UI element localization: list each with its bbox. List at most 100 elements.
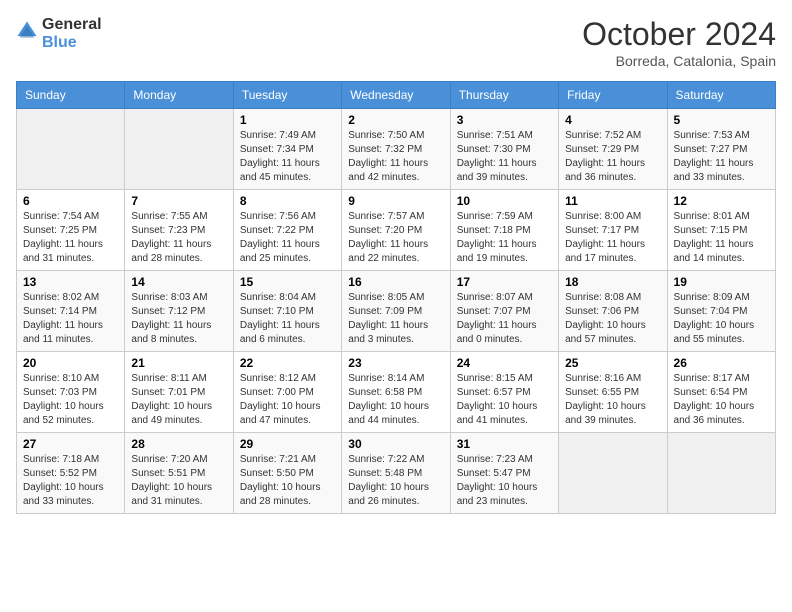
day-info: Sunrise: 8:00 AMSunset: 7:17 PMDaylight:… — [565, 210, 660, 266]
calendar-cell: 27 Sunrise: 7:18 AMSunset: 5:52 PMDayligh… — [17, 433, 125, 514]
calendar-cell: 4 Sunrise: 7:52 AMSunset: 7:29 PMDaylight… — [559, 109, 667, 190]
day-info: Sunrise: 7:59 AMSunset: 7:18 PMDaylight:… — [457, 210, 552, 266]
day-info: Sunrise: 8:11 AMSunset: 7:01 PMDaylight:… — [131, 372, 226, 428]
logo: General Blue — [16, 16, 102, 51]
header: General Blue October 2024 Borreda, Catal… — [16, 16, 776, 69]
day-number: 14 — [131, 275, 226, 289]
day-info: Sunrise: 8:05 AMSunset: 7:09 PMDaylight:… — [348, 291, 443, 347]
calendar-cell: 10 Sunrise: 7:59 AMSunset: 7:18 PMDayligh… — [450, 190, 558, 271]
day-info: Sunrise: 8:08 AMSunset: 7:06 PMDaylight:… — [565, 291, 660, 347]
day-info: Sunrise: 8:01 AMSunset: 7:15 PMDaylight:… — [674, 210, 769, 266]
day-number: 31 — [457, 437, 552, 451]
header-sunday: Sunday — [17, 82, 125, 109]
calendar-cell: 29 Sunrise: 7:21 AMSunset: 5:50 PMDayligh… — [233, 433, 341, 514]
calendar-cell — [559, 433, 667, 514]
calendar-cell: 25Sunrise: 8:16 AMSunset: 6:55 PMDayligh… — [559, 352, 667, 433]
calendar-cell: 28 Sunrise: 7:20 AMSunset: 5:51 PMDayligh… — [125, 433, 233, 514]
day-info: Sunrise: 7:55 AMSunset: 7:23 PMDaylight:… — [131, 210, 226, 266]
calendar-cell: 19Sunrise: 8:09 AMSunset: 7:04 PMDayligh… — [667, 271, 775, 352]
logo-blue: Blue — [42, 34, 102, 52]
day-number: 6 — [23, 194, 118, 208]
calendar-cell: 14 Sunrise: 8:03 AMSunset: 7:12 PMDayligh… — [125, 271, 233, 352]
day-number: 7 — [131, 194, 226, 208]
day-number: 3 — [457, 113, 552, 127]
calendar-cell — [17, 109, 125, 190]
calendar-cell: 20 Sunrise: 8:10 AMSunset: 7:03 PMDayligh… — [17, 352, 125, 433]
calendar-cell: 16 Sunrise: 8:05 AMSunset: 7:09 PMDayligh… — [342, 271, 450, 352]
calendar-cell: 26 Sunrise: 8:17 AMSunset: 6:54 PMDayligh… — [667, 352, 775, 433]
day-number: 26 — [674, 356, 769, 370]
calendar-cell: 9 Sunrise: 7:57 AMSunset: 7:20 PMDaylight… — [342, 190, 450, 271]
calendar-body: 1Sunrise: 7:49 AMSunset: 7:34 PMDaylight… — [17, 109, 776, 514]
logo-icon — [16, 20, 38, 47]
week-row-3: 13 Sunrise: 8:02 AMSunset: 7:14 PMDayligh… — [17, 271, 776, 352]
calendar-cell: 1Sunrise: 7:49 AMSunset: 7:34 PMDaylight… — [233, 109, 341, 190]
calendar-cell: 24Sunrise: 8:15 AMSunset: 6:57 PMDayligh… — [450, 352, 558, 433]
logo-text: General Blue — [42, 16, 102, 51]
day-info: Sunrise: 8:12 AMSunset: 7:00 PMDaylight:… — [240, 372, 335, 428]
calendar-cell: 17Sunrise: 8:07 AMSunset: 7:07 PMDayligh… — [450, 271, 558, 352]
calendar-cell — [125, 109, 233, 190]
header-tuesday: Tuesday — [233, 82, 341, 109]
month-title: October 2024 — [582, 16, 776, 53]
day-number: 27 — [23, 437, 118, 451]
logo-general: General — [42, 16, 102, 34]
day-number: 17 — [457, 275, 552, 289]
day-number: 21 — [131, 356, 226, 370]
day-number: 20 — [23, 356, 118, 370]
header-saturday: Saturday — [667, 82, 775, 109]
day-info: Sunrise: 8:02 AMSunset: 7:14 PMDaylight:… — [23, 291, 118, 347]
day-info: Sunrise: 7:22 AMSunset: 5:48 PMDaylight:… — [348, 453, 443, 509]
calendar-cell: 8 Sunrise: 7:56 AMSunset: 7:22 PMDaylight… — [233, 190, 341, 271]
day-number: 22 — [240, 356, 335, 370]
day-number: 11 — [565, 194, 660, 208]
week-row-5: 27 Sunrise: 7:18 AMSunset: 5:52 PMDayligh… — [17, 433, 776, 514]
day-info: Sunrise: 7:21 AMSunset: 5:50 PMDaylight:… — [240, 453, 335, 509]
week-row-4: 20 Sunrise: 8:10 AMSunset: 7:03 PMDayligh… — [17, 352, 776, 433]
day-number: 5 — [674, 113, 769, 127]
day-info: Sunrise: 7:23 AMSunset: 5:47 PMDaylight:… — [457, 453, 552, 509]
title-area: October 2024 Borreda, Catalonia, Spain — [582, 16, 776, 69]
header-friday: Friday — [559, 82, 667, 109]
calendar-cell: 30 Sunrise: 7:22 AMSunset: 5:48 PMDayligh… — [342, 433, 450, 514]
day-info: Sunrise: 7:53 AMSunset: 7:27 PMDaylight:… — [674, 129, 769, 185]
day-number: 8 — [240, 194, 335, 208]
day-number: 9 — [348, 194, 443, 208]
day-info: Sunrise: 7:20 AMSunset: 5:51 PMDaylight:… — [131, 453, 226, 509]
day-info: Sunrise: 7:54 AMSunset: 7:25 PMDaylight:… — [23, 210, 118, 266]
week-row-1: 1Sunrise: 7:49 AMSunset: 7:34 PMDaylight… — [17, 109, 776, 190]
calendar-cell: 2 Sunrise: 7:50 AMSunset: 7:32 PMDaylight… — [342, 109, 450, 190]
day-info: Sunrise: 8:10 AMSunset: 7:03 PMDaylight:… — [23, 372, 118, 428]
day-info: Sunrise: 8:14 AMSunset: 6:58 PMDaylight:… — [348, 372, 443, 428]
day-number: 30 — [348, 437, 443, 451]
day-info: Sunrise: 7:51 AMSunset: 7:30 PMDaylight:… — [457, 129, 552, 185]
day-number: 28 — [131, 437, 226, 451]
day-number: 10 — [457, 194, 552, 208]
day-info: Sunrise: 7:18 AMSunset: 5:52 PMDaylight:… — [23, 453, 118, 509]
calendar-cell: 15Sunrise: 8:04 AMSunset: 7:10 PMDayligh… — [233, 271, 341, 352]
day-info: Sunrise: 7:50 AMSunset: 7:32 PMDaylight:… — [348, 129, 443, 185]
day-info: Sunrise: 8:17 AMSunset: 6:54 PMDaylight:… — [674, 372, 769, 428]
day-info: Sunrise: 7:52 AMSunset: 7:29 PMDaylight:… — [565, 129, 660, 185]
day-number: 16 — [348, 275, 443, 289]
day-number: 25 — [565, 356, 660, 370]
day-info: Sunrise: 7:56 AMSunset: 7:22 PMDaylight:… — [240, 210, 335, 266]
day-number: 19 — [674, 275, 769, 289]
calendar-table: SundayMondayTuesdayWednesdayThursdayFrid… — [16, 81, 776, 514]
day-number: 12 — [674, 194, 769, 208]
day-number: 29 — [240, 437, 335, 451]
day-number: 23 — [348, 356, 443, 370]
calendar-cell: 31 Sunrise: 7:23 AMSunset: 5:47 PMDayligh… — [450, 433, 558, 514]
calendar-cell: 18Sunrise: 8:08 AMSunset: 7:06 PMDayligh… — [559, 271, 667, 352]
calendar-cell: 5 Sunrise: 7:53 AMSunset: 7:27 PMDaylight… — [667, 109, 775, 190]
day-number: 4 — [565, 113, 660, 127]
calendar-cell: 22 Sunrise: 8:12 AMSunset: 7:00 PMDayligh… — [233, 352, 341, 433]
calendar-cell: 11 Sunrise: 8:00 AMSunset: 7:17 PMDayligh… — [559, 190, 667, 271]
day-info: Sunrise: 7:57 AMSunset: 7:20 PMDaylight:… — [348, 210, 443, 266]
calendar-cell: 3 Sunrise: 7:51 AMSunset: 7:30 PMDaylight… — [450, 109, 558, 190]
day-number: 13 — [23, 275, 118, 289]
day-info: Sunrise: 8:03 AMSunset: 7:12 PMDaylight:… — [131, 291, 226, 347]
day-info: Sunrise: 8:04 AMSunset: 7:10 PMDaylight:… — [240, 291, 335, 347]
header-monday: Monday — [125, 82, 233, 109]
day-number: 2 — [348, 113, 443, 127]
